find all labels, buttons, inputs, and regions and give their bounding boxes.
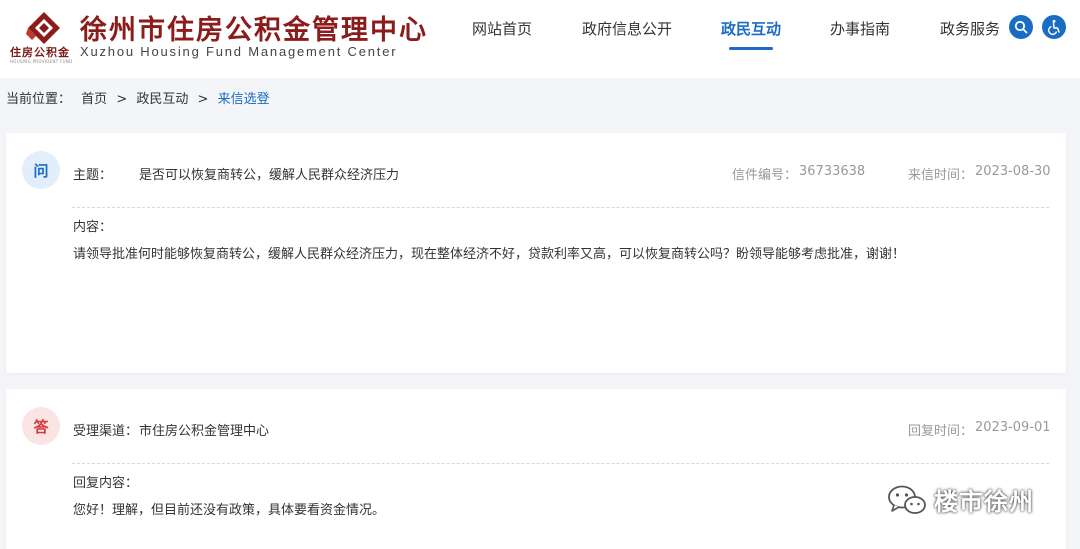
breadcrumb: 当前位置： 首页 > 政民互动 > 来信选登	[6, 88, 270, 107]
accessibility-button[interactable]	[1042, 15, 1066, 39]
watermark: 楼市徐州	[886, 482, 1034, 517]
channel-label: 受理渠道：	[73, 424, 139, 439]
nav-item-home[interactable]: 网站首页	[472, 18, 532, 39]
wechat-icon	[888, 485, 926, 514]
question-content: 请领导批准何时能够恢复商转公，缓解人民群众经济压力，现在整体经济不好，贷款利率又…	[73, 247, 906, 262]
search-icon	[1014, 20, 1028, 34]
answer-badge: 答	[22, 407, 60, 445]
question-card: 问 主题： 是否可以恢复商转公，缓解人民群众经济压力 信件编号： 3673363…	[6, 133, 1066, 373]
reply-content: 您好！理解，但目前还没有政策，具体要看资金情况。	[73, 503, 386, 518]
question-badge: 问	[22, 151, 60, 189]
nav-item-gov-info[interactable]: 政府信息公开	[582, 18, 672, 39]
site-header: 住房公积金 HOUSING PROVIDENT FUND 徐州市住房公积金管理中…	[0, 0, 1080, 78]
wheelchair-icon	[1047, 19, 1060, 35]
letter-number: 36733638	[799, 164, 866, 179]
breadcrumb-interaction[interactable]: 政民互动	[136, 92, 188, 107]
divider	[72, 207, 1049, 208]
reply-content-label: 回复内容：	[73, 476, 139, 491]
nav-item-guide[interactable]: 办事指南	[830, 18, 890, 39]
subject-text: 是否可以恢复商转公，缓解人民群众经济压力	[139, 168, 400, 183]
content-label: 内容：	[73, 220, 113, 235]
logo-name-cn: 住房公积金	[10, 46, 70, 59]
nav-active-indicator	[729, 47, 773, 50]
breadcrumb-prefix: 当前位置：	[6, 92, 72, 107]
reply-date-label: 回复时间：	[908, 424, 974, 439]
watermark-text: 楼市徐州	[934, 488, 1034, 516]
breadcrumb-current: 来信选登	[217, 92, 270, 107]
logo-icon[interactable]	[26, 10, 62, 46]
reply-date: 2023-09-01	[975, 420, 1051, 435]
nav-item-interaction[interactable]: 政民互动	[721, 18, 781, 39]
breadcrumb-separator: >	[116, 92, 128, 107]
nav-item-services[interactable]: 政务服务	[940, 18, 1000, 39]
letter-number-label: 信件编号：	[732, 168, 798, 183]
site-title-en: Xuzhou Housing Fund Management Center	[80, 44, 398, 59]
subject-label: 主题：	[73, 168, 113, 183]
letter-date: 2023-08-30	[975, 164, 1051, 179]
breadcrumb-separator: >	[197, 92, 209, 107]
letter-date-label: 来信时间：	[908, 168, 974, 183]
answer-card: 答 受理渠道： 市住房公积金管理中心 回复时间： 2023-09-01 回复内容…	[6, 389, 1066, 549]
site-title-cn[interactable]: 徐州市住房公积金管理中心	[80, 8, 428, 47]
divider	[72, 463, 1049, 464]
logo-name-en: HOUSING PROVIDENT FUND	[10, 59, 73, 64]
search-button[interactable]	[1009, 15, 1033, 39]
breadcrumb-home[interactable]: 首页	[81, 92, 107, 107]
channel-text: 市住房公积金管理中心	[139, 424, 270, 439]
